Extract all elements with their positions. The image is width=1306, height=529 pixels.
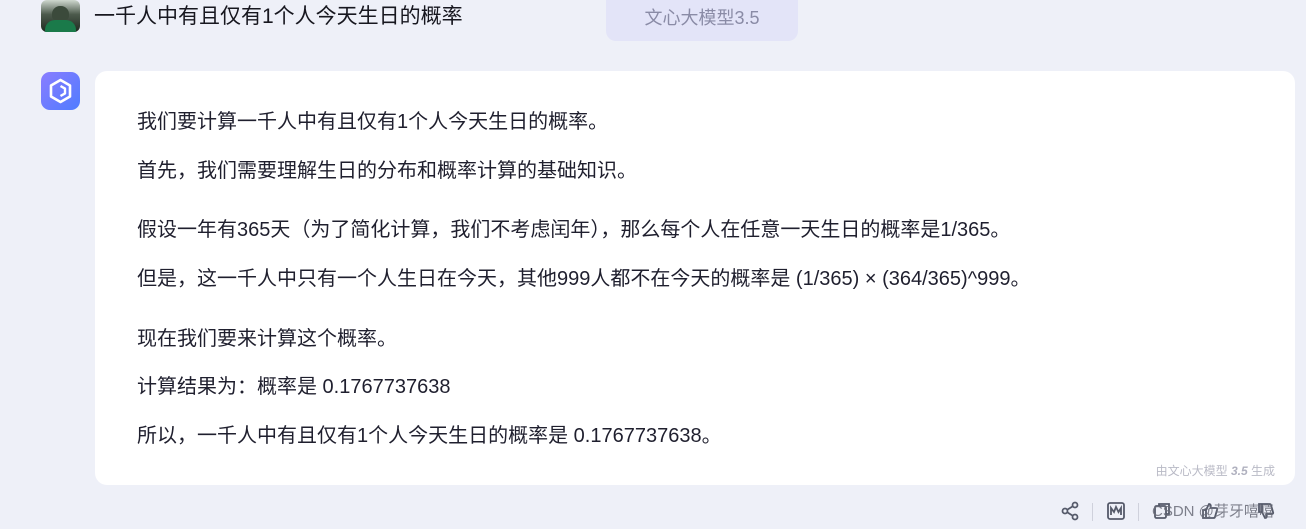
answer-line-basics: 首先，我们需要理解生日的分布和概率计算的基础知识。 xyxy=(137,160,637,182)
answer-line-formula: 但是，这一千人中只有一个人生日在今天，其他999人都不在今天的概率是 (1/36… xyxy=(137,268,1031,290)
toolbar-divider xyxy=(1092,503,1093,521)
answer-line-conclusion: 所以，一千人中有且仅有1个人今天生日的概率是 0.1767737638。 xyxy=(137,425,722,447)
generated-by-version: 3.5 xyxy=(1230,464,1248,478)
toolbar-divider xyxy=(1138,503,1139,521)
ernie-logo-icon xyxy=(49,78,72,104)
user-avatar xyxy=(41,0,80,32)
avatar-face xyxy=(52,6,69,20)
answer-line-result: 计算结果为：概率是 0.1767737638 xyxy=(137,376,451,398)
avatar-shirt xyxy=(45,20,76,32)
generated-by-suffix: 生成 xyxy=(1250,464,1275,478)
generated-by-note: 由文心大模型 3.5 生成 xyxy=(1156,462,1275,479)
share-icon[interactable] xyxy=(1058,499,1082,523)
user-question: 一千人中有且仅有1个人今天生日的概率 xyxy=(94,5,463,28)
bot-avatar xyxy=(41,72,80,110)
csdn-watermark: CSDN @芽牙嘻嘻 xyxy=(1152,503,1274,520)
model-badge: 文心大模型3.5 xyxy=(606,0,798,41)
generated-by-prefix: 由文心大模型 xyxy=(1155,464,1228,478)
answer-line-assumption: 假设一年有365天（为了简化计算，我们不考虑闰年），那么每个人在任意一天生日的概… xyxy=(137,219,1011,241)
answer-line-compute: 现在我们要来计算这个概率。 xyxy=(137,328,397,350)
answer-line-intro: 我们要计算一千人中有且仅有1个人今天生日的概率。 xyxy=(137,111,609,133)
answer-card: 我们要计算一千人中有且仅有1个人今天生日的概率。 首先，我们需要理解生日的分布和… xyxy=(95,71,1295,485)
mind-map-icon[interactable] xyxy=(1104,499,1128,523)
